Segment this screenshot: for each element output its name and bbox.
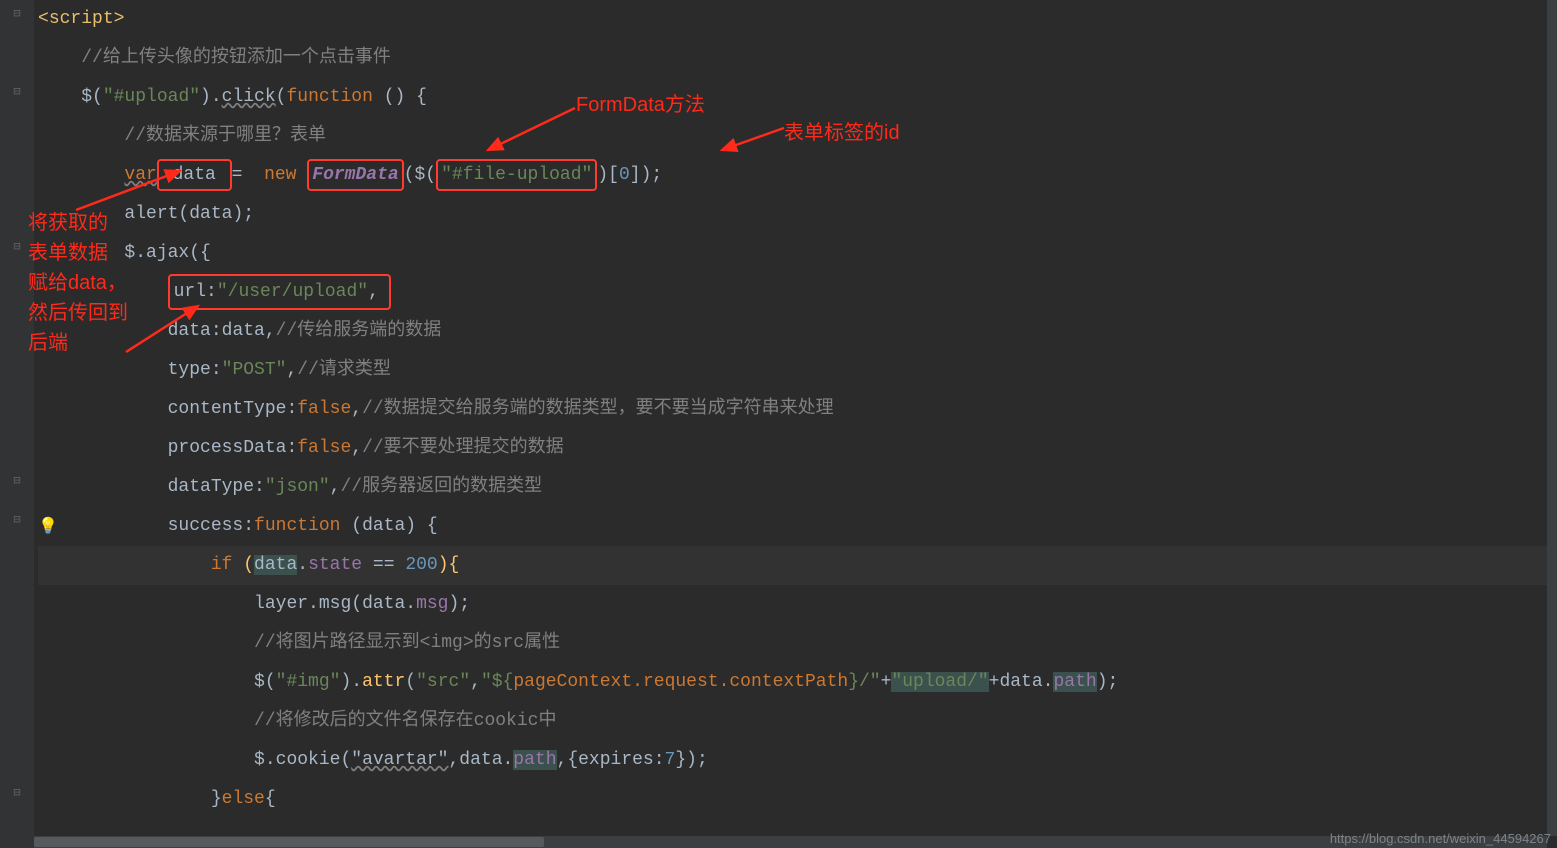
code-line: //给上传头像的按钮添加一个点击事件 [38,39,1557,78]
fold-icon[interactable]: ⊟ [10,85,24,99]
code-area[interactable]: <script> //给上传头像的按钮添加一个点击事件 $("#upload")… [34,0,1557,819]
code-line: processData:false,//要不要处理提交的数据 [38,429,1557,468]
fold-icon[interactable]: ⊟ [10,513,24,527]
fold-icon[interactable]: ⊟ [10,474,24,488]
fold-icon[interactable]: ⊟ [10,786,24,800]
code-line: layer.msg(data.msg); [38,585,1557,624]
fold-icon[interactable]: ⊟ [10,7,24,21]
code-line: dataType:"json",//服务器返回的数据类型 [38,468,1557,507]
code-line: $.ajax({ [38,234,1557,273]
editor-gutter: ⊟ ⊟ ⊟ ⊟ ⊟ ⊟ 💡 [0,0,34,848]
code-line: //将图片路径显示到<img>的src属性 [38,624,1557,663]
code-line: //将修改后的文件名保存在cookic中 [38,702,1557,741]
code-line: $.cookie("avartar",data.path,{expires:7}… [38,741,1557,780]
code-line: if (data.state == 200){ [38,546,1557,585]
scrollbar-thumb[interactable] [34,837,544,847]
code-line: alert(data); [38,195,1557,234]
code-line: <script> [38,0,1557,39]
code-line: contentType:false,//数据提交给服务端的数据类型，要不要当成字… [38,390,1557,429]
fold-icon[interactable]: ⊟ [10,240,24,254]
code-line: $("#img").attr("src","${pageContext.requ… [38,663,1557,702]
code-line: }else{ [38,780,1557,819]
code-line: success:function (data) { [38,507,1557,546]
code-editor[interactable]: ⊟ ⊟ ⊟ ⊟ ⊟ ⊟ 💡 <script> //给上传头像的按钮添加一个点击事… [0,0,1557,848]
vertical-scrollbar[interactable] [1547,0,1557,836]
horizontal-scrollbar[interactable] [34,835,1547,848]
code-line: data:data,//传给服务端的数据 [38,312,1557,351]
code-line: url:"/user/upload", [38,273,1557,312]
code-line: var data = new FormData($("#file-upload"… [38,156,1557,195]
code-line: type:"POST",//请求类型 [38,351,1557,390]
watermark: https://blog.csdn.net/weixin_44594267 [1330,831,1551,846]
code-line: $("#upload").click(function () { [38,78,1557,117]
code-line: //数据来源于哪里？表单 [38,117,1557,156]
